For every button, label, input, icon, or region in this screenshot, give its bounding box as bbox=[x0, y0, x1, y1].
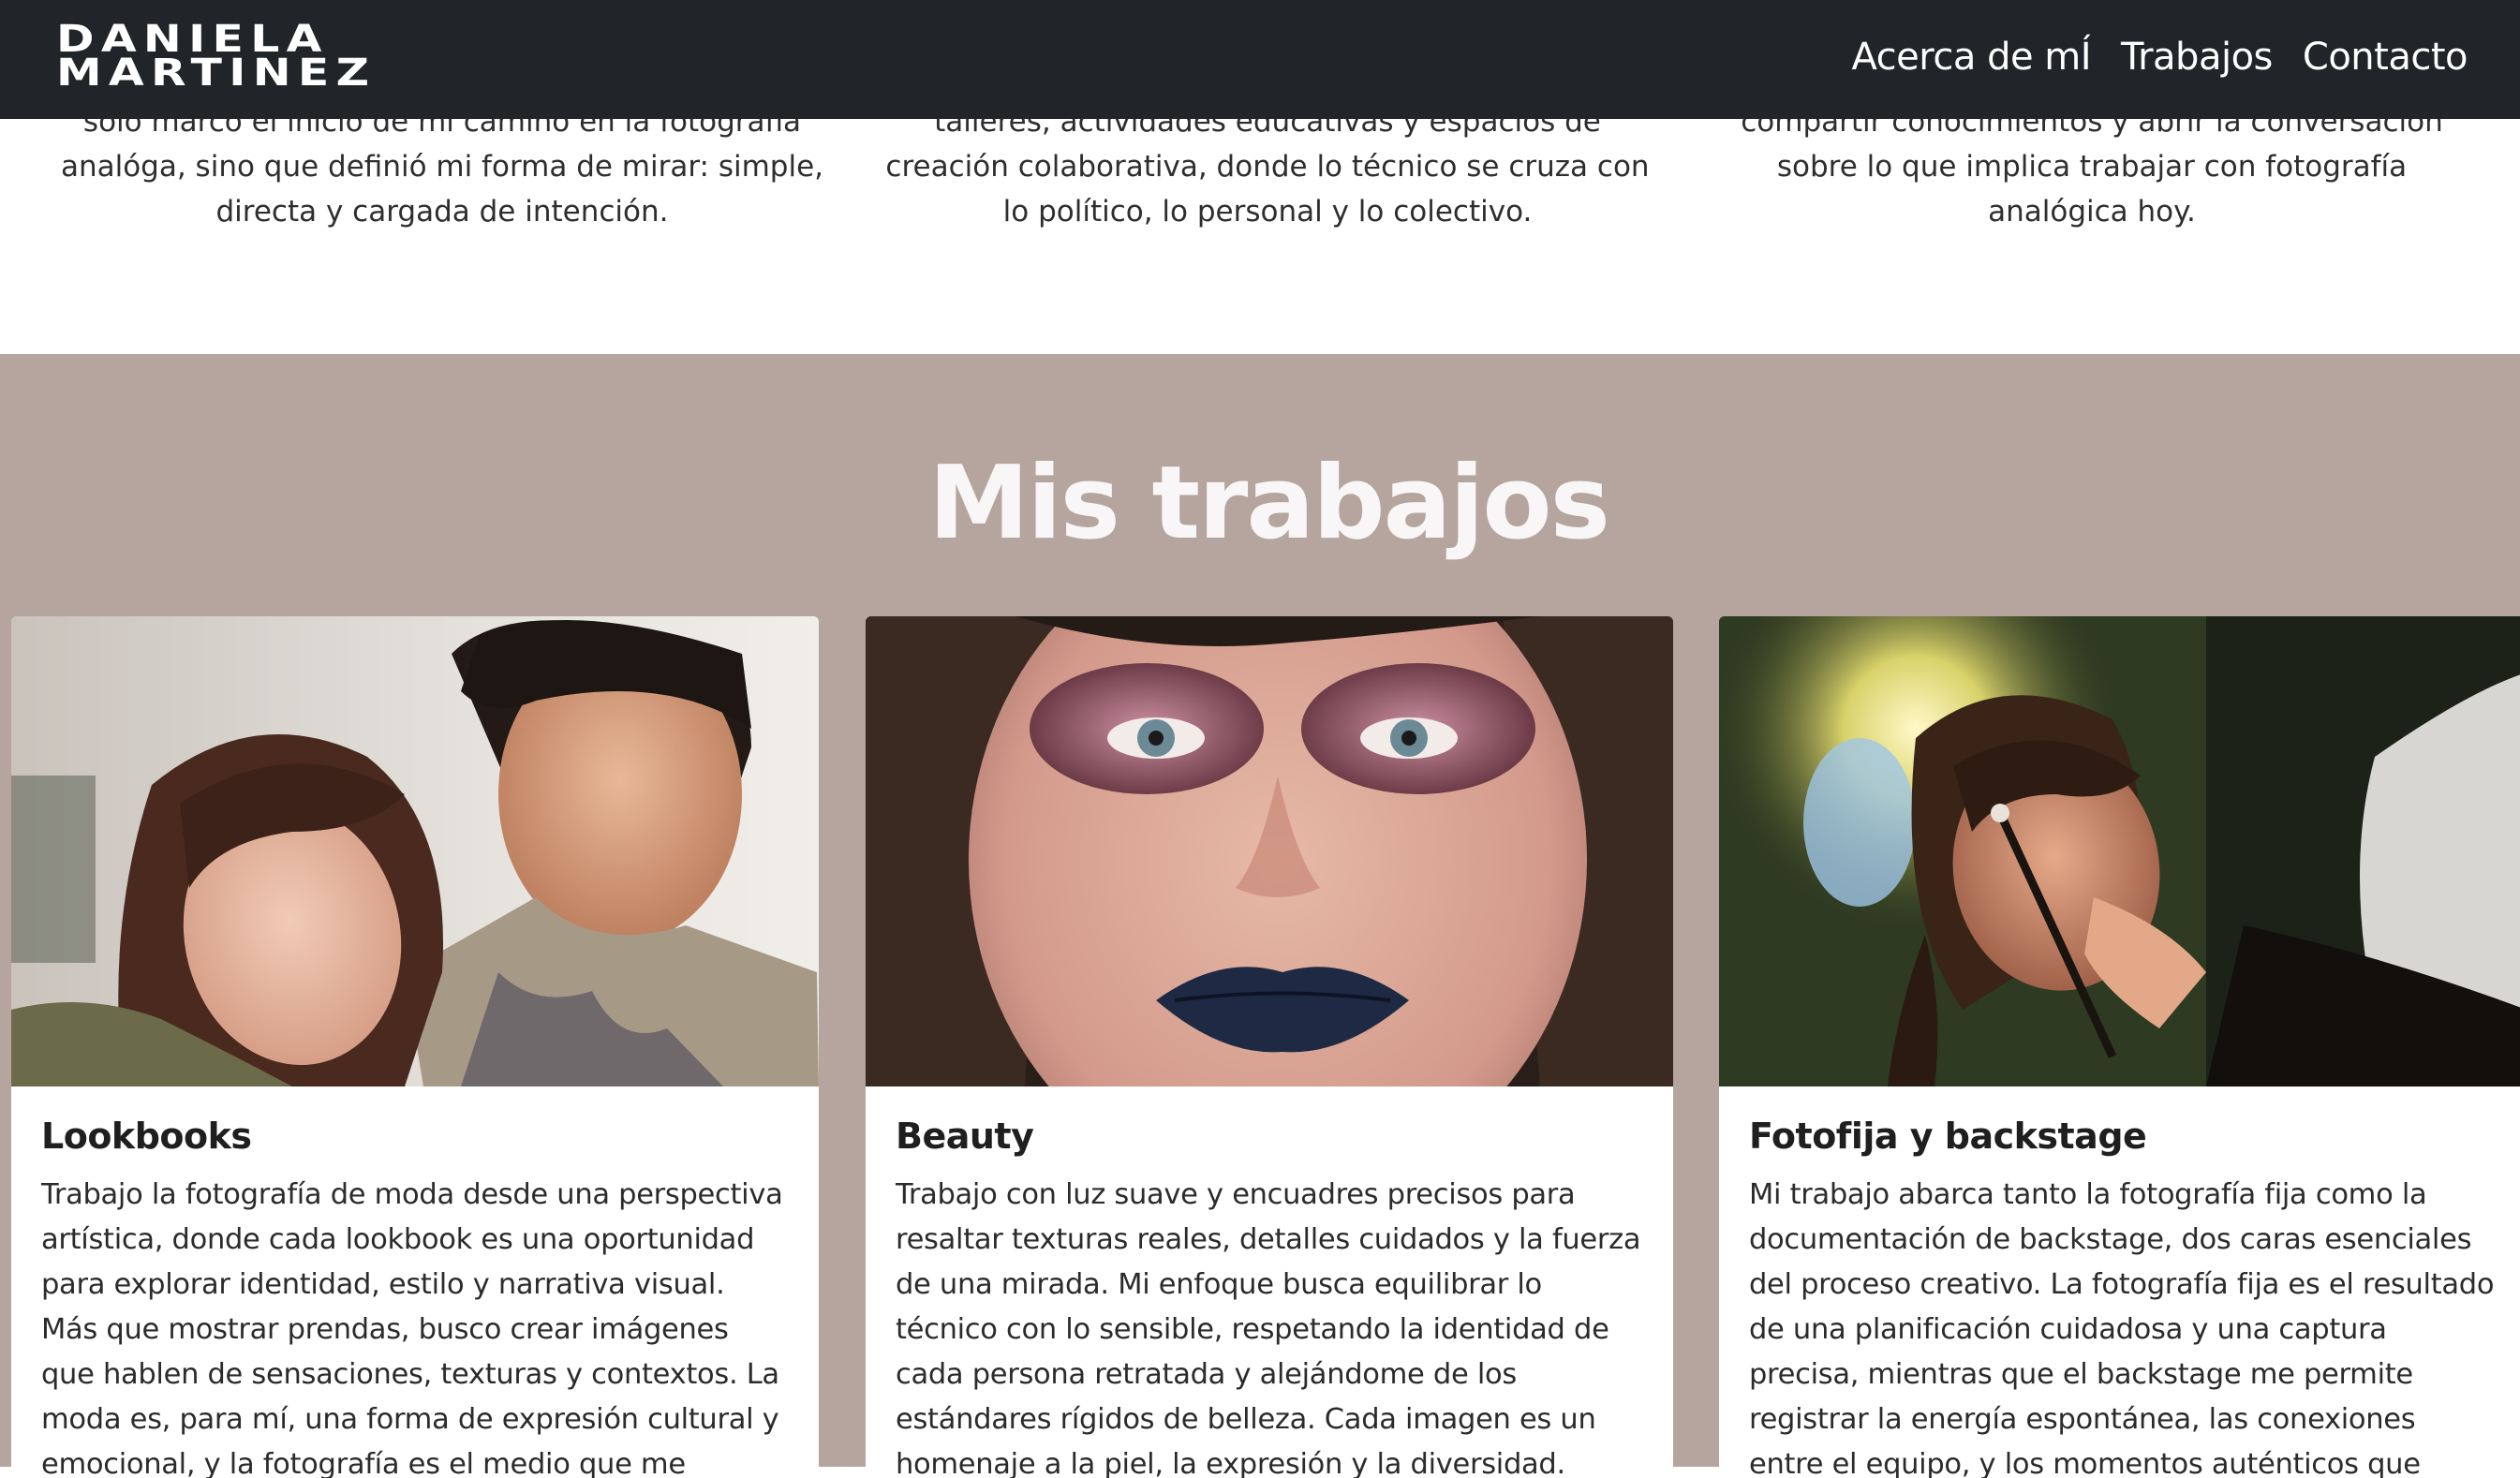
about-column-2: talleres, actividades educativas y espac… bbox=[883, 99, 1652, 234]
beauty-image bbox=[866, 616, 1673, 1086]
about-column-text: talleres, actividades educativas y espac… bbox=[885, 105, 1650, 229]
card-text: Trabajo con luz suave y encuadres precis… bbox=[896, 1178, 1641, 1478]
work-card-beauty[interactable]: Beauty Trabajo con luz suave y encuadres… bbox=[866, 616, 1673, 1478]
about-column-text: compartir conocimientos y abrir la conve… bbox=[1741, 105, 2443, 229]
nav-link-about[interactable]: Acerca de mÍ bbox=[1852, 32, 2092, 82]
logo-line-2: MARTINEZ bbox=[56, 52, 377, 95]
card-text: Mi trabajo abarca tanto la fotografía fi… bbox=[1749, 1178, 2495, 1478]
about-column-3: compartir conocimientos y abrir la conve… bbox=[1708, 99, 2476, 234]
card-title: Lookbooks bbox=[41, 1116, 252, 1157]
card-body: Fotofija y backstage Mi trabajo abarca t… bbox=[1719, 1086, 2520, 1478]
about-column-text: solo marcó el inicio de mi camino en la … bbox=[60, 105, 824, 229]
card-title: Fotofija y backstage bbox=[1749, 1116, 2147, 1157]
nav-link-contact[interactable]: Contacto bbox=[2303, 32, 2468, 82]
card-title: Beauty bbox=[896, 1116, 1034, 1157]
works-section: Mis trabajos Lookbooks Trabajo la fotogr… bbox=[0, 354, 2520, 1478]
site-logo[interactable]: DANIELA MARTINEZ bbox=[56, 21, 377, 95]
works-title: Mis trabajos bbox=[928, 445, 1610, 562]
lookbooks-image bbox=[11, 616, 819, 1086]
backstage-image bbox=[1719, 616, 2520, 1086]
card-body: Beauty Trabajo con luz suave y encuadres… bbox=[866, 1086, 1673, 1478]
nav-link-works[interactable]: Trabajos bbox=[2121, 32, 2273, 82]
main-nav: Acerca de mÍ Trabajos Contacto bbox=[1852, 32, 2468, 82]
card-body: Lookbooks Trabajo la fotografía de moda … bbox=[11, 1086, 819, 1478]
work-card-backstage[interactable]: Fotofija y backstage Mi trabajo abarca t… bbox=[1719, 616, 2520, 1478]
top-navbar: DANIELA MARTINEZ Acerca de mÍ Trabajos C… bbox=[0, 0, 2520, 119]
about-column-1: solo marcó el inicio de mi camino en la … bbox=[58, 99, 826, 234]
card-text: Trabajo la fotografía de moda desde una … bbox=[41, 1178, 783, 1478]
work-card-lookbooks[interactable]: Lookbooks Trabajo la fotografía de moda … bbox=[11, 616, 819, 1478]
